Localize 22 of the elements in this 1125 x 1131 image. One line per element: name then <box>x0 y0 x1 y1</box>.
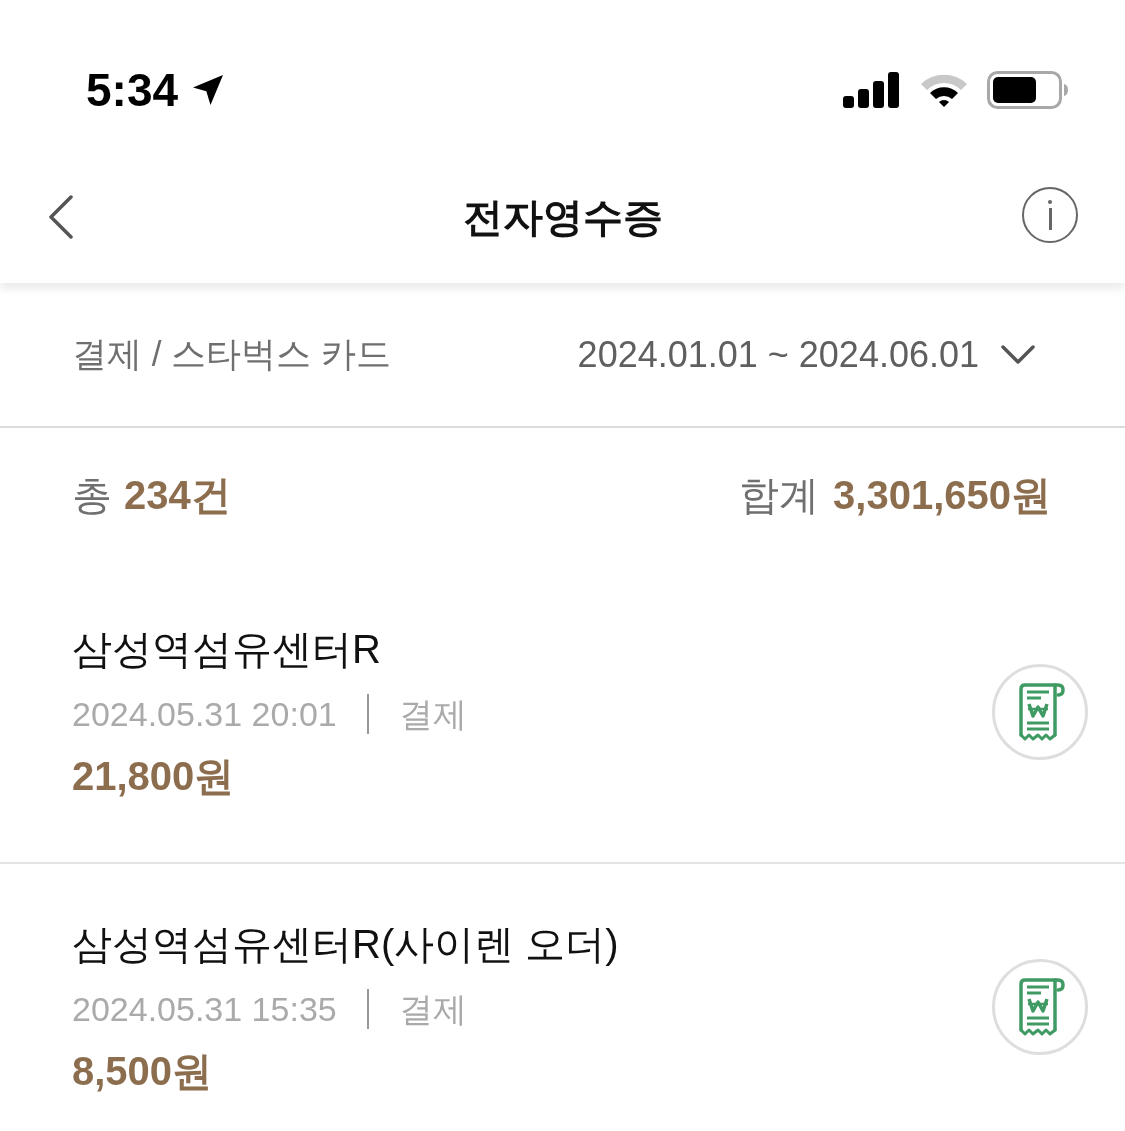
info-button[interactable] <box>1022 187 1078 243</box>
filter-type: 결제 / 스타벅스 카드 <box>72 333 391 376</box>
battery-icon <box>987 71 1069 109</box>
status-time: 5:34 <box>86 67 179 113</box>
store-name: 삼성역섬유센터R <box>72 626 381 673</box>
page-title: 전자영수증 <box>462 196 663 237</box>
chevron-down-icon <box>1001 344 1035 365</box>
signal-icon <box>843 72 901 108</box>
total-amount: 3,301,650원 <box>833 471 1051 519</box>
receipt-amount: 8,500원 <box>72 1048 213 1095</box>
payment-type: 결제 <box>398 693 467 735</box>
receipt-amount: 21,800원 <box>72 753 235 800</box>
date-range-dropdown[interactable]: 2024.01.01 ~ 2024.06.01 <box>577 327 1035 382</box>
store-name: 삼성역섬유센터R(사이렌 오더) <box>72 921 619 968</box>
back-button[interactable] <box>46 194 76 240</box>
receipt-datetime: 2024.05.31 20:01 <box>72 693 337 735</box>
total-label: 합계 <box>739 471 820 519</box>
count-label: 총 <box>72 471 112 519</box>
payment-type: 결제 <box>398 988 467 1030</box>
receipt-count: 234건 <box>124 471 231 519</box>
receipt-datetime: 2024.05.31 15:35 <box>72 988 337 1030</box>
wifi-icon <box>919 72 969 108</box>
